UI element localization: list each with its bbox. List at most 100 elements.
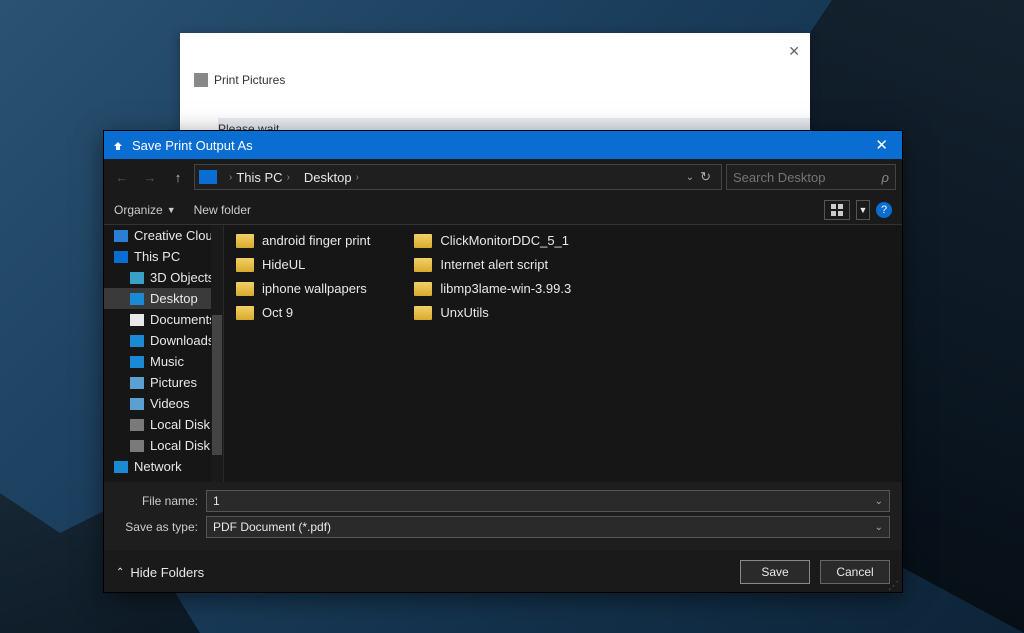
folder-icon — [236, 282, 254, 296]
print-title: Print Pictures — [214, 73, 285, 87]
chevron-down-icon[interactable]: ⌄ — [869, 496, 883, 507]
sidebar-item-label: This PC — [134, 249, 180, 264]
chevron-up-icon: ⌃ — [116, 567, 124, 578]
search-icon[interactable]: ρ — [882, 170, 889, 185]
sidebar-item-label: Downloads — [150, 333, 214, 348]
print-pictures-window: ✕ Print Pictures Please wait — [180, 33, 810, 133]
nav-row: ← → ↑ › This PC › Desktop › ⌄ ↻ ρ — [104, 159, 902, 195]
sidebar-item-pictures[interactable]: Pictures — [104, 372, 223, 393]
chevron-down-icon[interactable]: ⌄ — [869, 522, 883, 533]
resize-grip[interactable]: ⋰ — [888, 583, 899, 589]
folder-item[interactable]: UnxUtils — [412, 303, 573, 322]
sidebar-item-videos[interactable]: Videos — [104, 393, 223, 414]
disk-icon — [130, 419, 144, 431]
sidebar-item-label: Network — [134, 459, 182, 474]
sidebar-item-local-disk[interactable]: Local Disk — [104, 414, 223, 435]
organize-menu[interactable]: Organize ▼ — [114, 203, 176, 217]
sidebar-scrollbar[interactable] — [211, 225, 223, 482]
folder-icon — [414, 258, 432, 272]
forward-button[interactable]: → — [138, 165, 162, 189]
sidebar-item-label: Documents — [150, 312, 216, 327]
address-bar[interactable]: › This PC › Desktop › ⌄ ↻ — [194, 164, 722, 190]
sidebar-item-documents[interactable]: Documents — [104, 309, 223, 330]
folder-icon — [236, 234, 254, 248]
folder-item[interactable]: ClickMonitorDDC_5_1 — [412, 231, 573, 250]
obj3d-icon — [130, 272, 144, 284]
folder-icon — [414, 234, 432, 248]
sidebar-item-label: Music — [150, 354, 184, 369]
folder-item[interactable]: iphone wallpapers — [234, 279, 372, 298]
filetype-combo[interactable]: PDF Document (*.pdf) ⌄ — [206, 516, 890, 538]
sidebar-item-local-disk[interactable]: Local Disk — [104, 435, 223, 456]
pc-icon — [114, 251, 128, 263]
sidebar-item-3d-objects[interactable]: 3D Objects — [104, 267, 223, 288]
sidebar-item-creative-cloud[interactable]: Creative Cloud — [104, 225, 223, 246]
sidebar-item-label: Pictures — [150, 375, 197, 390]
titlebar[interactable]: Save Print Output As ✕ — [104, 131, 902, 159]
folder-label: Internet alert script — [440, 257, 548, 272]
downloads-icon — [130, 335, 144, 347]
view-dropdown[interactable]: ▼ — [856, 200, 870, 220]
breadcrumb-root[interactable]: › This PC › — [223, 170, 296, 185]
up-button[interactable]: ↑ — [166, 165, 190, 189]
folder-label: UnxUtils — [440, 305, 488, 320]
help-icon[interactable]: ? — [876, 202, 892, 218]
folder-item[interactable]: Oct 9 — [234, 303, 372, 322]
new-folder-button[interactable]: New folder — [194, 203, 251, 217]
filetype-value: PDF Document (*.pdf) — [213, 520, 331, 534]
bottom-pane: File name: ⌄ Save as type: PDF Document … — [104, 482, 902, 550]
folder-icon — [414, 306, 432, 320]
close-icon[interactable]: ✕ — [788, 43, 800, 60]
onedrive-icon — [114, 230, 128, 242]
filename-label: File name: — [116, 494, 206, 508]
folder-item[interactable]: Internet alert script — [412, 255, 573, 274]
folder-icon — [236, 306, 254, 320]
search-box[interactable]: ρ — [726, 164, 896, 190]
folder-icon — [236, 258, 254, 272]
breadcrumb-current[interactable]: Desktop › — [298, 170, 365, 185]
printer-icon — [194, 73, 208, 87]
pc-icon — [199, 170, 217, 184]
save-as-dialog: Save Print Output As ✕ ← → ↑ › This PC ›… — [103, 130, 903, 593]
refresh-icon[interactable]: ↻ — [700, 169, 711, 185]
sidebar-item-this-pc[interactable]: This PC — [104, 246, 223, 267]
sidebar-item-label: Local Disk — [150, 417, 210, 432]
file-pane[interactable]: android finger print HideUL iphone wallpap… — [224, 225, 902, 482]
back-button[interactable]: ← — [110, 165, 134, 189]
folder-label: android finger print — [262, 233, 370, 248]
chevron-down-icon: ▼ — [167, 205, 176, 215]
cancel-button[interactable]: Cancel — [820, 560, 890, 584]
folder-icon — [414, 282, 432, 296]
pin-icon — [112, 138, 126, 152]
folder-label: Oct 9 — [262, 305, 293, 320]
sidebar-item-desktop[interactable]: Desktop — [104, 288, 223, 309]
sidebar-item-downloads[interactable]: Downloads — [104, 330, 223, 351]
dropdown-icon[interactable]: ⌄ — [686, 172, 694, 183]
filename-input[interactable] — [213, 494, 869, 508]
videos-icon — [130, 398, 144, 410]
sidebar-item-label: 3D Objects — [150, 270, 214, 285]
view-button[interactable] — [824, 200, 850, 220]
sidebar-item-label: Local Disk — [150, 438, 210, 453]
filename-combo[interactable]: ⌄ — [206, 490, 890, 512]
sidebar: Creative Cloud This PC 3D Objects Desktop Do… — [104, 225, 224, 482]
hide-folders-toggle[interactable]: ⌃ Hide Folders — [116, 565, 204, 580]
disk-icon — [130, 440, 144, 452]
save-button[interactable]: Save — [740, 560, 810, 584]
scrollbar-thumb[interactable] — [212, 315, 222, 455]
folder-item[interactable]: HideUL — [234, 255, 372, 274]
folder-item[interactable]: android finger print — [234, 231, 372, 250]
sidebar-item-label: Videos — [150, 396, 190, 411]
folder-item[interactable]: libmp3lame-win-3.99.3 — [412, 279, 573, 298]
toolbar: Organize ▼ New folder ▼ ? — [104, 195, 902, 225]
close-icon[interactable]: ✕ — [869, 136, 894, 154]
docs-icon — [130, 314, 144, 326]
folder-label: iphone wallpapers — [262, 281, 367, 296]
network-icon — [114, 461, 128, 473]
search-input[interactable] — [733, 170, 863, 185]
sidebar-item-label: Desktop — [150, 291, 198, 306]
folder-label: ClickMonitorDDC_5_1 — [440, 233, 569, 248]
sidebar-item-music[interactable]: Music — [104, 351, 223, 372]
folder-label: HideUL — [262, 257, 305, 272]
sidebar-item-network[interactable]: Network — [104, 456, 223, 477]
